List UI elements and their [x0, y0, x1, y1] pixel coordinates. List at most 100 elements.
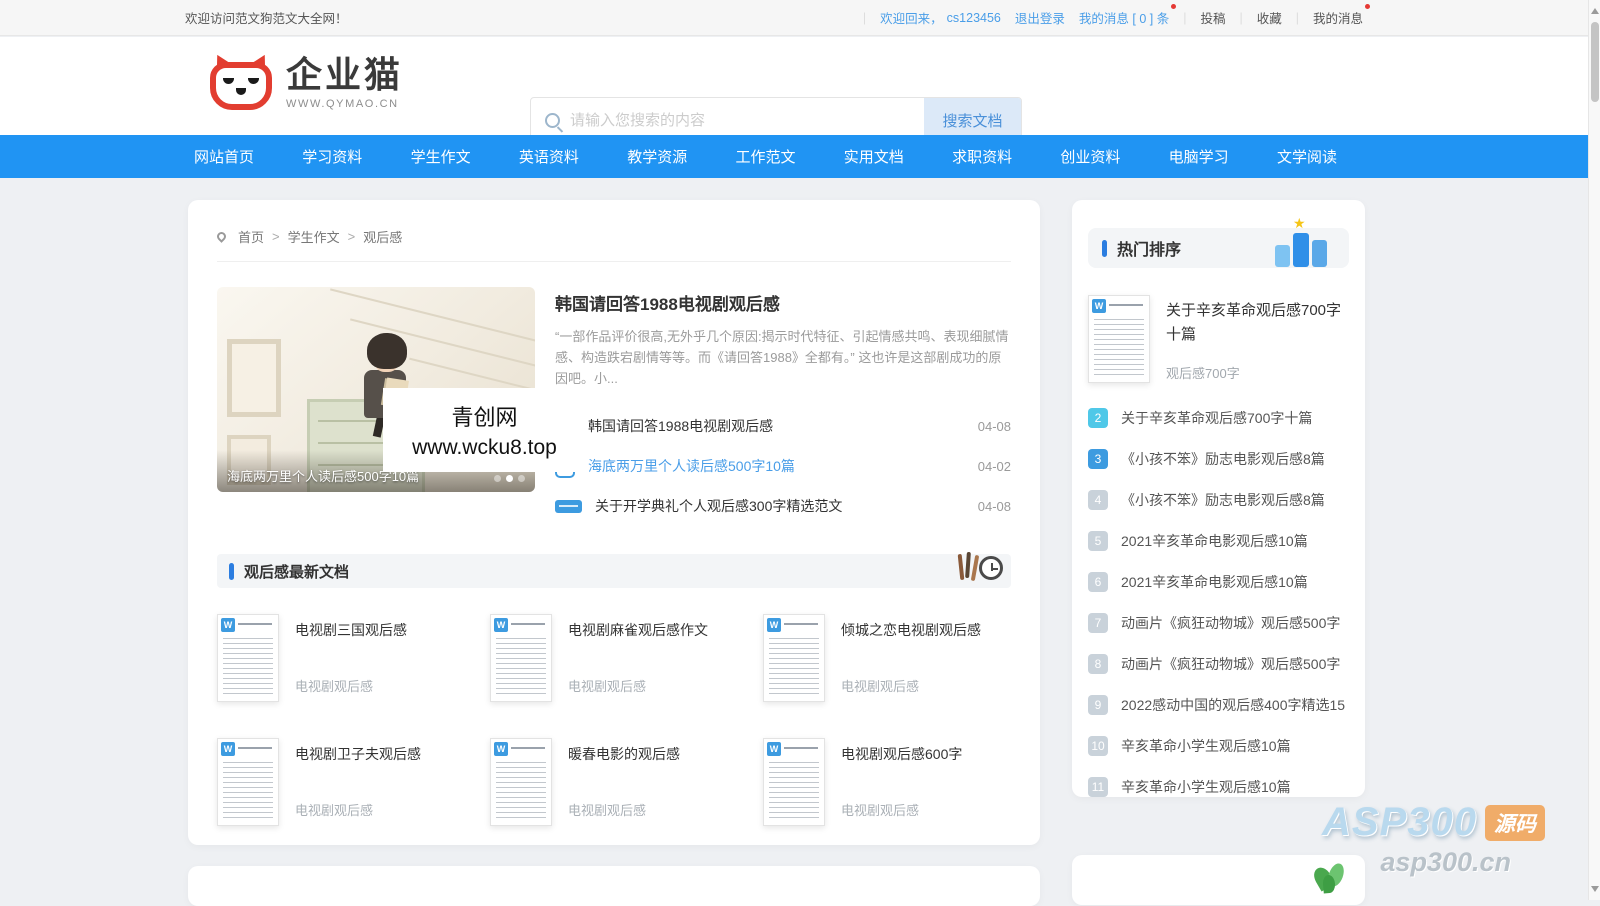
doc-title[interactable]: 电视剧卫子夫观后感	[295, 744, 421, 764]
breadcrumb-section[interactable]: 学生作文	[288, 227, 340, 246]
doc-title[interactable]: 电视剧观后感600字	[841, 744, 962, 764]
nav-item-literature[interactable]: 文学阅读	[1271, 146, 1343, 167]
hot-rank-row[interactable]: 2 关于辛亥革命观后感700字十篇	[1088, 397, 1349, 438]
scroll-down-arrow[interactable]	[1591, 886, 1599, 892]
nav-item-teaching[interactable]: 教学资源	[621, 146, 693, 167]
article-row[interactable]: 韩国请回答1988电视剧观后感 04-08	[555, 406, 1011, 446]
hot-rank-row[interactable]: 9 2022感动中国的观后感400字精选15	[1088, 684, 1349, 725]
doc-card[interactable]: W 电视剧观后感600字电视剧观后感	[763, 738, 1015, 828]
favorites-link[interactable]: 收藏	[1257, 8, 1282, 27]
divider: |	[1295, 10, 1299, 25]
hot-title[interactable]: 2022感动中国的观后感400字精选15	[1121, 695, 1345, 715]
featured-article-list: 韩国请回答1988电视剧观后感 04-08 海底两万里个人读后感500字10篇 …	[555, 406, 1011, 526]
doc-title[interactable]: 电视剧三国观后感	[295, 620, 407, 640]
hot-rank-header: 热门排序 ★	[1088, 216, 1349, 268]
scroll-up-arrow[interactable]	[1591, 8, 1599, 14]
hot-title[interactable]: 动画片《疯狂动物城》观后感500字	[1121, 654, 1340, 674]
scrollbar[interactable]	[1588, 0, 1600, 900]
article-title[interactable]: 海底两万里个人读后感500字10篇	[588, 456, 795, 476]
doc-title[interactable]: 暖春电影的观后感	[568, 744, 680, 764]
podium-icon: ★	[1269, 216, 1335, 269]
hot-title[interactable]: 2021辛亥革命电影观后感10篇	[1121, 572, 1308, 592]
welcome-text: 欢迎访问范文狗范文大全网！	[185, 12, 348, 26]
featured-article-title[interactable]: 韩国请回答1988电视剧观后感	[555, 290, 1011, 315]
nav-item-student-essay[interactable]: 学生作文	[405, 146, 477, 167]
doc-thumbnail: W	[1088, 295, 1150, 383]
doc-thumbnail: W	[490, 614, 552, 702]
nav-item-startup[interactable]: 创业资料	[1054, 146, 1126, 167]
watermark-url: www.wcku8.top	[412, 436, 557, 459]
site-logo[interactable]: 企业猫 WWW.QYMAO.CN	[209, 50, 404, 110]
nav-item-practical[interactable]: 实用文档	[838, 146, 910, 167]
featured-article-excerpt: “一部作品评价很高,无外乎几个原因:揭示时代特征、引起情感共鸣、表现细腻情感、构…	[555, 329, 1009, 386]
doc-card[interactable]: W 电视剧卫子夫观后感 电视剧观后感	[217, 738, 469, 828]
hot-rank-row[interactable]: 6 2021辛亥革命电影观后感10篇	[1088, 561, 1349, 602]
article-date: 04-02	[977, 458, 1011, 474]
doc-card[interactable]: W 电视剧三国观后感 电视剧观后感	[217, 614, 469, 704]
slider-dots[interactable]	[494, 475, 525, 485]
topbar: 欢迎访问范文狗范文大全网！ | 欢迎回来， cs123456 退出登录 我的消息…	[0, 0, 1600, 36]
hot-top-title[interactable]: 关于辛亥革命观后感700字十篇	[1166, 299, 1349, 347]
hot-rank-row[interactable]: 11 辛亥革命小学生观后感10篇	[1088, 766, 1349, 807]
nav-item-work[interactable]: 工作范文	[729, 146, 801, 167]
search-input[interactable]	[570, 112, 924, 129]
doc-title[interactable]: 电视剧麻雀观后感作文	[568, 620, 708, 640]
article-row[interactable]: 关于开学典礼个人观后感300字精选范文 04-08	[555, 486, 1011, 526]
doc-title[interactable]: 倾城之恋电视剧观后感	[841, 620, 981, 640]
breadcrumb-separator: >	[272, 229, 280, 244]
logo-text: 企业猫	[286, 54, 404, 95]
nav-item-job[interactable]: 求职资料	[946, 146, 1018, 167]
submit-post-link[interactable]: 投稿	[1200, 8, 1225, 27]
notification-dot	[1365, 4, 1370, 9]
featured-tag-icon	[555, 499, 582, 513]
article-title[interactable]: 韩国请回答1988电视剧观后感	[588, 416, 773, 436]
hot-top-category: 观后感700字	[1166, 366, 1240, 381]
logout-link[interactable]: 退出登录	[1015, 8, 1065, 27]
hot-rank-row[interactable]: 7 动画片《疯狂动物城》观后感500字	[1088, 602, 1349, 643]
nav-item-computer[interactable]: 电脑学习	[1163, 146, 1235, 167]
hot-rank-row[interactable]: 10 辛亥革命小学生观后感10篇	[1088, 725, 1349, 766]
illustration-window	[227, 339, 281, 417]
doc-category: 电视剧观后感	[841, 803, 920, 818]
divider: |	[1239, 10, 1243, 25]
nav-item-study[interactable]: 学习资料	[296, 146, 368, 167]
hot-title[interactable]: 动画片《疯狂动物城》观后感500字	[1121, 613, 1340, 633]
breadcrumb-separator: >	[347, 229, 356, 244]
article-title[interactable]: 关于开学典礼个人观后感300字精选范文	[595, 496, 842, 516]
nav-item-home[interactable]: 网站首页	[188, 146, 260, 167]
username-link[interactable]: cs123456	[947, 11, 1001, 25]
hot-title[interactable]: 辛亥革命小学生观后感10篇	[1121, 736, 1291, 756]
hot-rank-row[interactable]: 3 《小孩不笨》励志电影观后感8篇	[1088, 438, 1349, 479]
watermark-badge: 源码	[1485, 804, 1545, 841]
location-pin-icon	[215, 230, 228, 243]
doc-thumbnail: W	[763, 738, 825, 826]
hot-rank-card: 热门排序 ★ W 关于辛亥革命观后感700字十篇 观后感700字 2 关于辛亥革命…	[1072, 200, 1365, 797]
breadcrumb-home[interactable]: 首页	[238, 227, 264, 246]
divider: |	[862, 10, 867, 25]
hot-rank-row[interactable]: 8 动画片《疯狂动物城》观后感500字	[1088, 643, 1349, 684]
hot-rank-row[interactable]: 4 《小孩不笨》励志电影观后感8篇	[1088, 479, 1349, 520]
my-messages-link[interactable]: 我的消息	[1313, 12, 1363, 26]
doc-card[interactable]: W 暖春电影的观后感 电视剧观后感	[490, 738, 742, 828]
doc-card[interactable]: W 倾城之恋电视剧观后感 电视剧观后感	[763, 614, 1015, 704]
doc-category: 电视剧观后感	[295, 803, 374, 818]
hot-title[interactable]: 2021辛亥革命电影观后感10篇	[1121, 531, 1308, 551]
hot-title[interactable]: 辛亥革命小学生观后感10篇	[1121, 777, 1291, 797]
hot-top-item[interactable]: W 关于辛亥革命观后感700字十篇 观后感700字	[1072, 268, 1365, 383]
welcome-back-text: 欢迎回来，	[880, 12, 943, 26]
clock-icon	[979, 556, 1003, 580]
article-row[interactable]: 海底两万里个人读后感500字10篇 04-02	[555, 446, 1011, 486]
hot-title[interactable]: 《小孩不笨》励志电影观后感8篇	[1121, 449, 1325, 469]
cat-logo-icon	[209, 50, 273, 110]
rank-badge: 5	[1088, 530, 1108, 551]
my-messages-count-link[interactable]: 我的消息 [ 0 ] 条	[1079, 12, 1169, 26]
hot-rank-row[interactable]: 5 2021辛亥革命电影观后感10篇	[1088, 520, 1349, 561]
doc-card[interactable]: W 电视剧麻雀观后感作文电视剧观后感	[490, 614, 742, 704]
scrollbar-thumb[interactable]	[1591, 22, 1599, 102]
nav-item-english[interactable]: 英语资料	[513, 146, 585, 167]
hot-title[interactable]: 关于辛亥革命观后感700字十篇	[1121, 408, 1312, 428]
hot-title[interactable]: 《小孩不笨》励志电影观后感8篇	[1121, 490, 1325, 510]
illustration-girl	[367, 333, 407, 369]
doc-category: 电视剧观后感	[568, 679, 647, 694]
section-accent-bar	[1102, 239, 1107, 257]
